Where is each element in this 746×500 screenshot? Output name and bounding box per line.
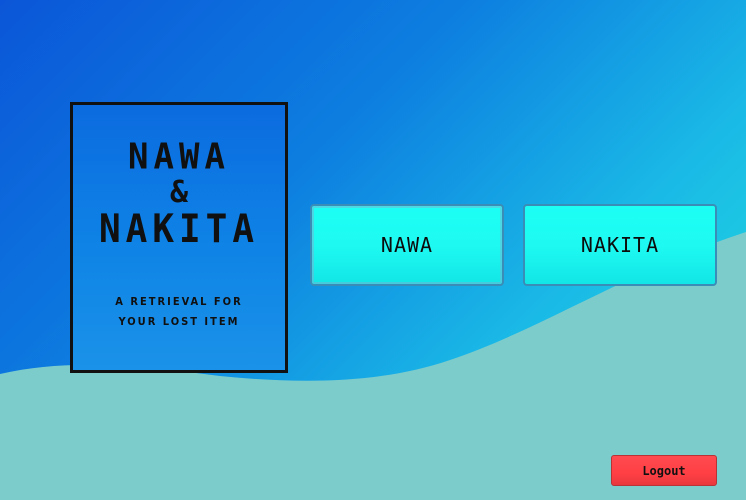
nawa-button[interactable]: NAWA bbox=[310, 204, 504, 286]
poster-title-ampersand: & bbox=[169, 175, 189, 210]
poster-title-line2: NAKITA bbox=[98, 206, 260, 252]
logout-button[interactable]: Logout bbox=[611, 455, 717, 486]
poster-title: NAWA & NAKITA bbox=[73, 136, 285, 252]
nakita-button[interactable]: NAKITA bbox=[523, 204, 717, 286]
brand-poster: NAWA & NAKITA A RETRIEVAL FOR YOUR LOST … bbox=[70, 102, 288, 373]
app-window: NAWA & NAKITA A RETRIEVAL FOR YOUR LOST … bbox=[0, 0, 746, 500]
poster-subtitle: A RETRIEVAL FOR YOUR LOST ITEM bbox=[115, 295, 243, 328]
poster-title-line1: NAWA bbox=[128, 136, 230, 178]
